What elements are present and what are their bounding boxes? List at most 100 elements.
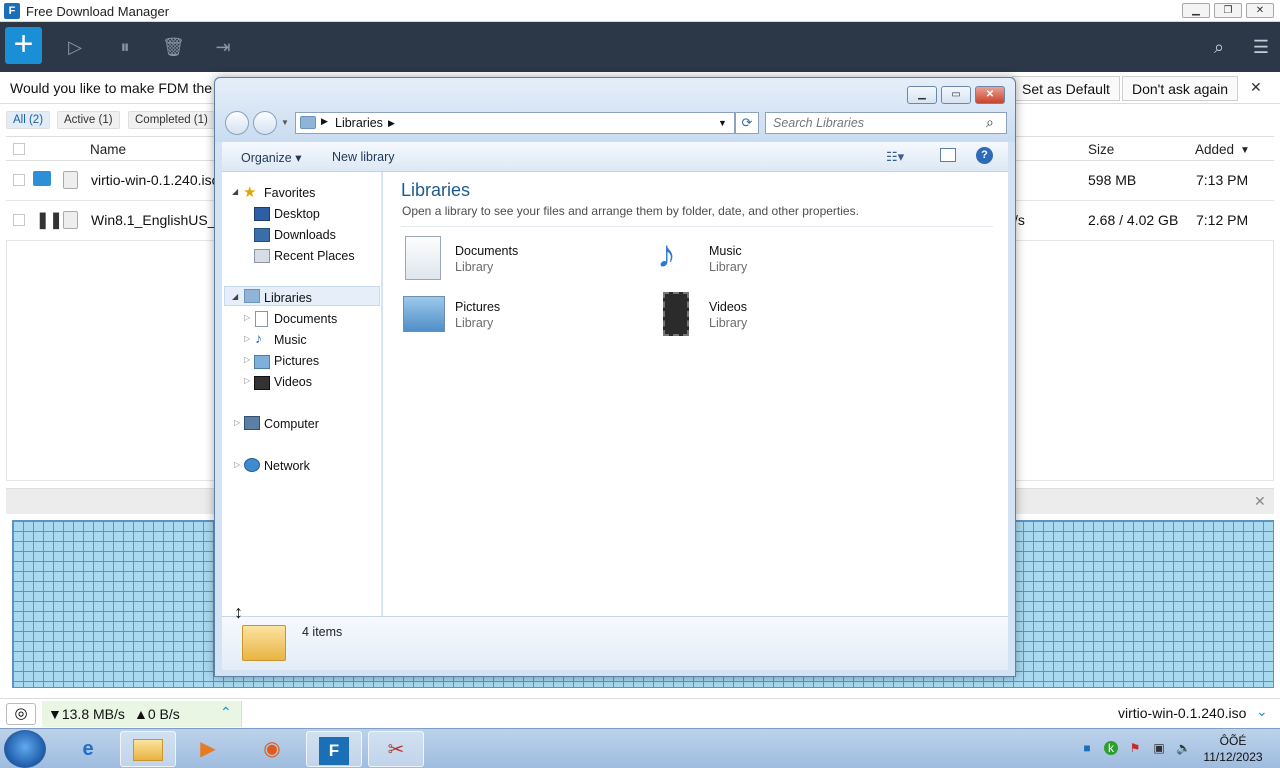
delete-icon[interactable]: 🗑: [162, 36, 185, 58]
computer-icon: [244, 416, 260, 430]
row-checkbox[interactable]: [13, 214, 25, 226]
breadcrumb-arrow-icon[interactable]: ▶: [321, 116, 328, 127]
libraries-icon: [244, 289, 260, 303]
minimize-button[interactable]: ▁: [1182, 3, 1210, 18]
pause-icon[interactable]: ❚❚: [36, 210, 63, 230]
collapse-arrow-icon[interactable]: ▷: [234, 418, 240, 427]
search-icon[interactable]: ⌕: [986, 114, 994, 131]
start-button[interactable]: [4, 730, 46, 768]
pause-icon[interactable]: ⏸: [114, 36, 136, 58]
library-type: Library: [455, 260, 494, 274]
recent-pages-chevron-icon[interactable]: ▼: [281, 118, 289, 127]
nav-computer[interactable]: Computer: [264, 417, 319, 431]
volume-muted-icon[interactable]: 🔈: [1176, 741, 1191, 755]
banner-close-icon[interactable]: ✕: [1250, 79, 1262, 96]
column-name[interactable]: Name: [90, 142, 126, 157]
nav-downloads[interactable]: Downloads: [274, 228, 336, 242]
row-checkbox[interactable]: [13, 174, 25, 186]
documents-icon: [255, 311, 268, 327]
collapse-arrow-icon[interactable]: ▷: [244, 334, 250, 343]
chevron-up-icon[interactable]: ⌃: [220, 704, 232, 721]
nav-pictures[interactable]: Pictures: [274, 354, 319, 368]
back-button[interactable]: [225, 111, 249, 135]
nav-network[interactable]: Network: [264, 459, 310, 473]
search-field[interactable]: Search Libraries ⌕: [765, 112, 1007, 134]
expand-arrow-icon[interactable]: ◢: [232, 187, 238, 196]
new-library-button[interactable]: New library: [332, 150, 395, 164]
explorer-maximize-button[interactable]: ▭: [941, 86, 971, 104]
resume-icon[interactable]: ▷: [64, 36, 86, 58]
speed-mode-icon[interactable]: ◎: [6, 703, 36, 725]
nav-videos[interactable]: Videos: [274, 375, 312, 389]
nav-favorites[interactable]: Favorites: [264, 186, 315, 200]
fdm-logo-icon: F: [319, 737, 349, 765]
fdm-taskbar-button[interactable]: F: [306, 731, 362, 767]
speed-summary[interactable]: ▼13.8 MB/s ▲0 B/s ⌃: [42, 701, 242, 727]
folder-icon: [133, 739, 163, 761]
dont-ask-button[interactable]: Don't ask again: [1122, 76, 1239, 101]
windows-explorer-taskbar-button[interactable]: [120, 731, 176, 767]
banner-message: Would you like to make FDM the de: [10, 80, 232, 96]
folder-icon[interactable]: [33, 171, 51, 186]
library-videos[interactable]: Videos Library: [655, 290, 895, 338]
restore-button[interactable]: ❐: [1214, 3, 1242, 18]
tab-all[interactable]: All (2): [6, 111, 51, 129]
set-default-button[interactable]: Set as Default: [1012, 76, 1120, 101]
explorer-chrome: ▁ ▭ ✕ ▼ ▶ Libraries ▶ ▼ ⟳ Search Librari…: [215, 78, 1015, 142]
explorer-minimize-button[interactable]: ▁: [907, 86, 937, 104]
collapse-arrow-icon[interactable]: ▷: [244, 376, 250, 385]
select-all-checkbox[interactable]: [13, 143, 25, 155]
breadcrumb-arrow-icon[interactable]: ▶: [388, 118, 395, 129]
refresh-icon[interactable]: ⟳: [735, 112, 759, 134]
nav-documents[interactable]: Documents: [274, 312, 337, 326]
library-name: Documents: [455, 244, 519, 258]
nav-desktop[interactable]: Desktop: [274, 207, 320, 221]
column-size[interactable]: Size: [1088, 142, 1114, 157]
panel-close-icon[interactable]: ✕: [1254, 493, 1266, 510]
internet-explorer-icon[interactable]: e: [60, 731, 116, 767]
chevron-down-icon[interactable]: ⌄: [1256, 703, 1268, 720]
view-options-icon[interactable]: ☷▾: [886, 149, 904, 165]
column-added[interactable]: Added: [1195, 142, 1234, 157]
firefox-icon[interactable]: ◉: [244, 731, 300, 767]
help-icon[interactable]: ?: [976, 147, 993, 164]
menu-icon[interactable]: ☰: [1250, 36, 1272, 58]
add-download-button[interactable]: +: [5, 27, 42, 64]
close-button[interactable]: ✕: [1246, 3, 1274, 18]
move-folder-icon[interactable]: ⇥: [212, 36, 234, 58]
download-name: virtio-win-0.1.240.iso: [91, 172, 220, 188]
forward-button[interactable]: [253, 111, 277, 135]
collapse-arrow-icon[interactable]: ▷: [244, 313, 250, 322]
nav-libraries[interactable]: Libraries: [264, 291, 312, 305]
breadcrumb-libraries[interactable]: Libraries: [335, 116, 383, 130]
clock-date: 11/12/2023: [1203, 750, 1263, 764]
media-player-icon[interactable]: ▶: [180, 731, 236, 767]
tab-active[interactable]: Active (1): [57, 111, 120, 129]
collapse-arrow-icon[interactable]: ▷: [244, 355, 250, 364]
nav-music[interactable]: Music: [274, 333, 307, 347]
search-icon[interactable]: ⌕: [1208, 36, 1230, 58]
fdm-tray-icon[interactable]: ■: [1080, 741, 1094, 755]
action-center-icon[interactable]: ⚑: [1128, 741, 1142, 755]
k-tray-icon[interactable]: k: [1104, 741, 1118, 755]
preview-pane-icon[interactable]: [940, 148, 956, 162]
heading-divider: [401, 226, 993, 227]
nav-recent-places[interactable]: Recent Places: [274, 249, 355, 263]
library-documents[interactable]: Documents Library: [401, 234, 641, 282]
item-count: 4 items: [302, 625, 343, 639]
current-file-name: virtio-win-0.1.240.iso: [1118, 705, 1247, 721]
resize-cursor-icon: ↕: [234, 602, 243, 622]
address-bar[interactable]: ▶ Libraries ▶ ▼: [295, 112, 735, 134]
collapse-arrow-icon[interactable]: ▷: [234, 460, 240, 469]
address-dropdown-icon[interactable]: ▼: [718, 118, 727, 128]
explorer-close-button[interactable]: ✕: [975, 86, 1005, 104]
library-pictures[interactable]: Pictures Library: [401, 290, 641, 338]
network-tray-icon[interactable]: ▣: [1152, 741, 1166, 755]
taskbar-clock[interactable]: ÔÕÉ 11/12/2023: [1198, 733, 1268, 765]
organize-menu[interactable]: Organize ▾: [241, 150, 301, 165]
navigation-pane: ◢ ★ Favorites Desktop Downloads Recent P…: [222, 172, 382, 616]
library-music[interactable]: ♪ Music Library: [655, 234, 895, 282]
tab-completed[interactable]: Completed (1): [128, 111, 215, 129]
snipping-tool-icon[interactable]: ✂: [368, 731, 424, 767]
expand-arrow-icon[interactable]: ◢: [232, 292, 238, 301]
